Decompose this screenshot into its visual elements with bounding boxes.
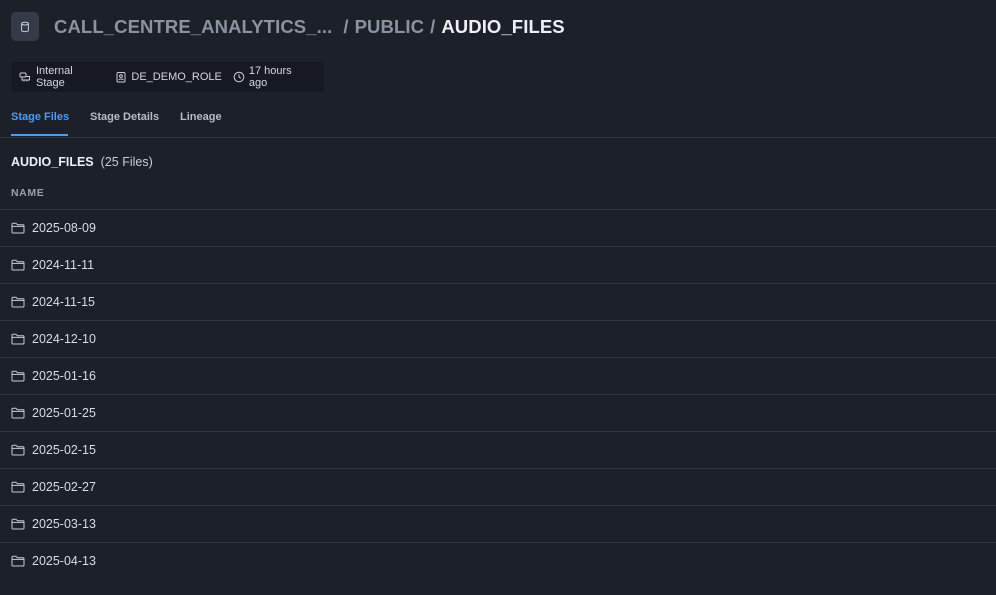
breadcrumb-stage: AUDIO_FILES	[441, 15, 565, 37]
active-tab-indicator	[11, 134, 68, 136]
folder-row[interactable]: 2025-04-13	[0, 543, 996, 579]
breadcrumb-separator: /	[343, 15, 349, 37]
meta-stage-type-label: Internal Stage	[35, 65, 73, 89]
folder-icon	[11, 481, 25, 493]
id-badge-icon	[116, 72, 126, 83]
breadcrumb-schema[interactable]: PUBLIC	[355, 16, 424, 38]
folder-row[interactable]: 2025-03-13	[0, 506, 996, 543]
folder-icon	[11, 555, 25, 567]
folder-icon	[11, 407, 25, 419]
column-header-row: NAME	[0, 182, 996, 210]
tab-stage-files[interactable]: Stage Files	[11, 111, 69, 123]
tab-lineage[interactable]: Lineage	[180, 111, 222, 123]
folder-name: 2025-04-13	[32, 554, 96, 568]
listing-stage-name: AUDIO_FILES	[11, 155, 94, 169]
folder-row[interactable]: 2024-12-10	[0, 321, 996, 358]
folder-row[interactable]: 2024-11-11	[0, 247, 996, 284]
folder-name: 2025-01-16	[32, 369, 96, 383]
folder-name: 2025-02-15	[32, 443, 96, 457]
folder-name: 2024-11-11	[32, 258, 95, 272]
folder-name: 2024-11-15	[32, 295, 96, 309]
folder-icon	[11, 518, 25, 530]
folder-row[interactable]: 2025-02-27	[0, 469, 996, 506]
clock-icon	[233, 71, 245, 83]
folder-icon	[11, 222, 25, 234]
meta-updated-label: 17 hours ago	[248, 65, 292, 89]
cloud-stage-icon	[19, 72, 30, 82]
breadcrumb-separator: /	[430, 15, 436, 37]
tab-bar: Stage Files Stage Details Lineage	[0, 108, 996, 138]
breadcrumb: CALL_CENTRE_ANALYTICS_... / PUBLIC / AUD…	[54, 16, 565, 38]
folder-icon	[11, 259, 25, 271]
folder-icon	[11, 296, 25, 308]
folder-name: 2025-02-27	[32, 480, 96, 494]
folder-row[interactable]: 2025-01-25	[0, 395, 996, 432]
folder-icon	[11, 370, 25, 382]
folder-name: 2025-03-13	[32, 517, 96, 531]
folder-row[interactable]: 2025-08-09	[0, 210, 996, 247]
page-header: CALL_CENTRE_ANALYTICS_... / PUBLIC / AUD…	[11, 11, 565, 42]
stage-meta-bar: Internal Stage DE_DEMO_ROLE 17 hours ago	[11, 62, 324, 92]
stage-icon-box	[11, 12, 39, 41]
folder-row[interactable]: 2025-02-15	[0, 432, 996, 469]
meta-role: DE_DEMO_ROLE	[115, 71, 222, 83]
stage-page: CALL_CENTRE_ANALYTICS_... / PUBLIC / AUD…	[0, 0, 996, 595]
meta-updated: 17 hours ago	[233, 65, 313, 89]
meta-stage-type: Internal Stage	[19, 65, 104, 89]
folder-icon	[11, 333, 25, 345]
cylinder-icon	[21, 21, 29, 32]
folder-name: 2024-12-10	[32, 332, 96, 346]
meta-role-label: DE_DEMO_ROLE	[131, 71, 222, 83]
column-header-name[interactable]: NAME	[11, 187, 44, 199]
folder-list: 2025-08-09 2024-11-11 2024-11-15 2024-12…	[0, 210, 996, 579]
folder-row[interactable]: 2025-01-16	[0, 358, 996, 395]
breadcrumb-database[interactable]: CALL_CENTRE_ANALYTICS_...	[54, 16, 332, 38]
folder-row[interactable]: 2024-11-15	[0, 284, 996, 321]
folder-name: 2025-01-25	[32, 406, 96, 420]
listing-title: AUDIO_FILES (25 Files)	[11, 155, 153, 169]
folder-name: 2025-08-09	[32, 221, 96, 235]
folder-icon	[11, 444, 25, 456]
listing-file-count: (25 Files)	[100, 155, 153, 169]
tab-stage-details[interactable]: Stage Details	[90, 111, 159, 123]
